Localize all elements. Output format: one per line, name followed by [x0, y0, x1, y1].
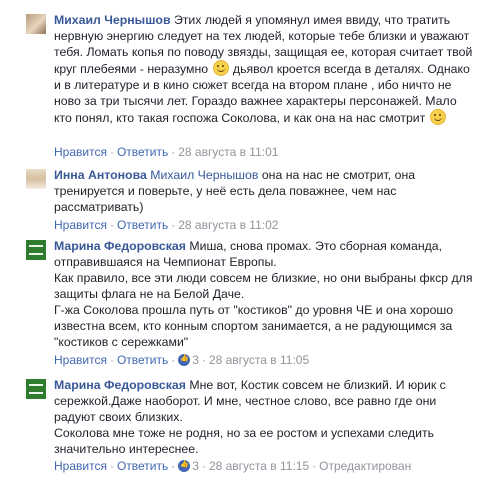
comment-body: Марина Федоровская Миша, снова промах. Э…	[54, 238, 474, 350]
reply-link[interactable]: Ответить	[117, 353, 168, 367]
reply-link[interactable]: Ответить	[117, 145, 168, 159]
comment-timestamp[interactable]: 28 августа в 11:02	[178, 218, 278, 232]
edited-label[interactable]: Отредактирован	[319, 459, 411, 473]
reply-link[interactable]: Ответить	[117, 218, 168, 232]
like-count-icon	[178, 460, 191, 472]
like-count[interactable]: 3	[192, 353, 199, 367]
previous-comment-actions	[0, 0, 486, 6]
avatar[interactable]	[26, 169, 46, 189]
comment-author[interactable]: Марина Федоровская	[54, 239, 186, 253]
like-link[interactable]: Нравится	[54, 459, 107, 473]
comment-actions: Нравится · Ответить · 28 августа в 11:02	[54, 218, 279, 232]
comment-author[interactable]: Марина Федоровская	[54, 378, 186, 392]
comment-actions: Нравится · Ответить · 28 августа в 11:01	[54, 145, 279, 159]
like-count-icon	[178, 354, 191, 366]
like-link[interactable]: Нравится	[54, 145, 107, 159]
comment-timestamp[interactable]: 28 августа в 11:05	[209, 353, 309, 367]
comment-body: Марина Федоровская Мне вот, Костик совсе…	[54, 377, 474, 457]
comment-text: Соколова мне тоже не родня, но за ее рос…	[54, 426, 434, 456]
like-link[interactable]: Нравится	[54, 218, 107, 232]
smile-emoji-icon	[212, 60, 229, 76]
mention-link[interactable]: Михаил Чернышов	[150, 168, 258, 182]
comment-timestamp[interactable]: 28 августа в 11:01	[178, 145, 278, 159]
like-count[interactable]: 3	[192, 459, 199, 473]
avatar[interactable]	[26, 240, 46, 260]
comment-author[interactable]: Инна Антонова	[54, 168, 147, 182]
comment-text: Как правило, все эти люди совсем не близ…	[54, 271, 473, 301]
reply-link[interactable]: Ответить	[117, 459, 168, 473]
comment-timestamp[interactable]: 28 августа в 11:15	[209, 459, 309, 473]
comment-actions: Нравится·Ответить·3·28 августа в 11:05	[54, 353, 309, 367]
comment-author[interactable]: Михаил Чернышов	[54, 13, 171, 27]
like-link[interactable]: Нравится	[54, 353, 107, 367]
avatar[interactable]	[26, 379, 46, 399]
smile-emoji-icon	[429, 109, 446, 125]
comment-text: Г-жа Соколова прошла путь от "костиков" …	[54, 303, 454, 349]
comment-actions: Нравится·Ответить·3·28 августа в 11:15·О…	[54, 459, 411, 473]
comment-body: Инна Антонова Михаил Чернышов она на нас…	[54, 167, 474, 215]
avatar[interactable]	[26, 14, 46, 34]
comment-body: Михаил Чернышов Этих людей я упомянул им…	[54, 12, 474, 126]
